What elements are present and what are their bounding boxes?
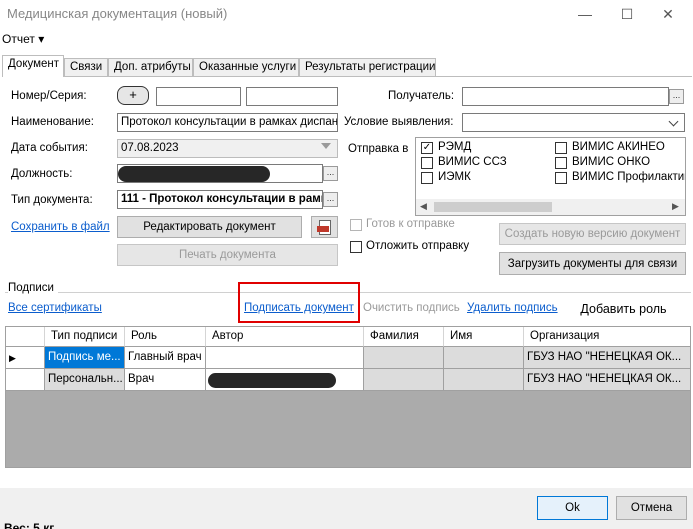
column-header-author[interactable]: Автор — [206, 327, 364, 347]
ready-to-send-checkbox[interactable] — [350, 219, 362, 231]
minimize-button[interactable]: — — [565, 0, 605, 28]
table-cell-name[interactable] — [444, 347, 524, 369]
window-title: Медицинская документация (новый) — [7, 6, 228, 21]
number-label: Номер/Серия: — [11, 90, 87, 102]
recipient-browse-button[interactable]: ... — [669, 89, 684, 104]
doctype-browse-button[interactable]: ... — [323, 192, 338, 207]
table-cell-role[interactable]: Главный врач — [125, 347, 206, 369]
tab-divider — [2, 76, 692, 77]
edit-document-button[interactable]: Редактировать документ — [117, 216, 302, 238]
send-target-vimis-onko: ВИМИС ОНКО — [572, 156, 651, 168]
condition-select[interactable] — [462, 113, 685, 132]
column-header-type[interactable]: Тип подписи — [45, 327, 125, 347]
table-cell-organization[interactable]: ГБУЗ НАО "НЕНЕЦКАЯ ОК... — [524, 347, 690, 369]
cancel-button[interactable]: Отмена — [616, 496, 687, 520]
signatures-group-label: Подписи — [8, 282, 58, 294]
send-target-vimis-ssz: ВИМИС ССЗ — [438, 156, 507, 168]
table-header-marker — [6, 327, 45, 347]
date-label: Дата события: — [11, 142, 88, 154]
add-number-button[interactable]: + — [117, 86, 149, 105]
maximize-button[interactable]: ☐ — [607, 0, 647, 28]
send-target-iemk: ИЭМК — [438, 171, 471, 183]
number-field[interactable] — [156, 87, 241, 106]
table-cell-role[interactable]: Врач — [125, 369, 206, 391]
tab-document[interactable]: Документ — [2, 55, 64, 77]
checkbox-remd[interactable]: ✓ — [421, 142, 433, 154]
series-field[interactable] — [246, 87, 338, 106]
send-list-scrollbar[interactable]: ◀ ▶ — [416, 199, 685, 215]
add-role-button[interactable]: Добавить роль — [565, 297, 682, 321]
redacted-position — [118, 166, 270, 182]
name-label: Наименование: — [11, 116, 94, 128]
row-marker[interactable] — [6, 369, 45, 391]
table-cell-type[interactable]: Персональн... — [45, 369, 125, 391]
position-label: Должность: — [11, 168, 73, 180]
all-certificates-link[interactable]: Все сертификаты — [8, 302, 102, 314]
redacted-author — [208, 373, 336, 388]
pdf-export-button[interactable] — [311, 216, 338, 238]
save-to-file-link[interactable]: Сохранить в файл — [11, 221, 110, 233]
load-linked-docs-button[interactable]: Загрузить документы для связи — [499, 252, 686, 275]
create-new-version-button[interactable]: Создать новую версию документ — [499, 223, 686, 245]
background-text-fragment: Вес: 5 кг — [4, 521, 55, 529]
row-marker[interactable]: ▶ — [6, 347, 45, 369]
ok-button[interactable]: Ok — [537, 496, 608, 520]
delete-signature-link[interactable]: Удалить подпись — [467, 302, 558, 314]
column-header-surname[interactable]: Фамилия — [364, 327, 444, 347]
title-bar: Медицинская документация (новый) — ☐ ✕ — [0, 0, 693, 28]
table-cell-surname[interactable] — [364, 369, 444, 391]
send-target-remd: РЭМД — [438, 141, 472, 153]
doctype-label: Тип документа: — [11, 194, 93, 206]
tab-services[interactable]: Оказанные услуги — [193, 58, 299, 76]
table-cell-organization[interactable]: ГБУЗ НАО "НЕНЕЦКАЯ ОК... — [524, 369, 690, 391]
send-targets-list: ✓ РЭМД ВИМИС АКИНЕО ВИМИС ССЗ ВИМИС ОНКО… — [415, 137, 686, 216]
tab-links[interactable]: Связи — [64, 58, 108, 76]
table-cell-surname[interactable] — [364, 347, 444, 369]
recipient-label: Получатель: — [388, 90, 455, 102]
checkbox-vimis-ssz[interactable] — [421, 157, 433, 169]
checkbox-iemk[interactable] — [421, 172, 433, 184]
ready-to-send-label: Готов к отправке — [366, 218, 455, 230]
defer-send-checkbox[interactable] — [350, 241, 362, 253]
scroll-right-icon[interactable]: ▶ — [672, 201, 679, 212]
checkbox-vimis-prof[interactable] — [555, 172, 567, 184]
send-to-label: Отправка в — [348, 143, 409, 155]
print-document-button[interactable]: Печать документа — [117, 244, 338, 266]
tab-registration-results[interactable]: Результаты регистрации — [299, 58, 436, 76]
date-field[interactable]: 07.08.2023 — [117, 139, 338, 158]
close-button[interactable]: ✕ — [648, 0, 688, 28]
menu-report[interactable]: Отчет ▾ — [2, 32, 44, 46]
table-cell-author[interactable] — [206, 347, 364, 369]
signatures-table: Тип подписи Роль Автор Фамилия Имя Орган… — [5, 326, 691, 468]
dialog-footer: Ok Отмена — [0, 488, 693, 529]
scrollbar-thumb[interactable] — [434, 202, 552, 212]
pdf-icon — [316, 219, 331, 235]
send-target-vimis-prof: ВИМИС Профилактика — [572, 171, 685, 183]
clear-signature-link[interactable]: Очистить подпись — [363, 302, 460, 314]
doctype-field[interactable]: 111 - Протокол консультации в рамках дис… — [117, 190, 323, 209]
scroll-left-icon[interactable]: ◀ — [420, 201, 427, 212]
defer-send-label: Отложить отправку — [366, 240, 470, 252]
date-dropdown-icon[interactable] — [321, 143, 331, 149]
name-field[interactable]: Протокол консультации в рамках диспансер… — [117, 113, 338, 132]
table-cell-type[interactable]: Подпись ме... — [45, 347, 125, 369]
send-target-vimis-akineo: ВИМИС АКИНЕО — [572, 141, 665, 153]
column-header-role[interactable]: Роль — [125, 327, 206, 347]
recipient-field[interactable] — [462, 87, 669, 106]
column-header-name[interactable]: Имя — [444, 327, 524, 347]
sign-document-link[interactable]: Подписать документ — [244, 302, 354, 314]
checkbox-vimis-akineo[interactable] — [555, 142, 567, 154]
checkbox-vimis-onko[interactable] — [555, 157, 567, 169]
tab-extra-attributes[interactable]: Доп. атрибуты — [108, 58, 193, 76]
condition-label: Условие выявления: — [344, 116, 454, 128]
position-browse-button[interactable]: ... — [323, 166, 338, 181]
table-cell-name[interactable] — [444, 369, 524, 391]
column-header-organization[interactable]: Организация — [524, 327, 690, 347]
